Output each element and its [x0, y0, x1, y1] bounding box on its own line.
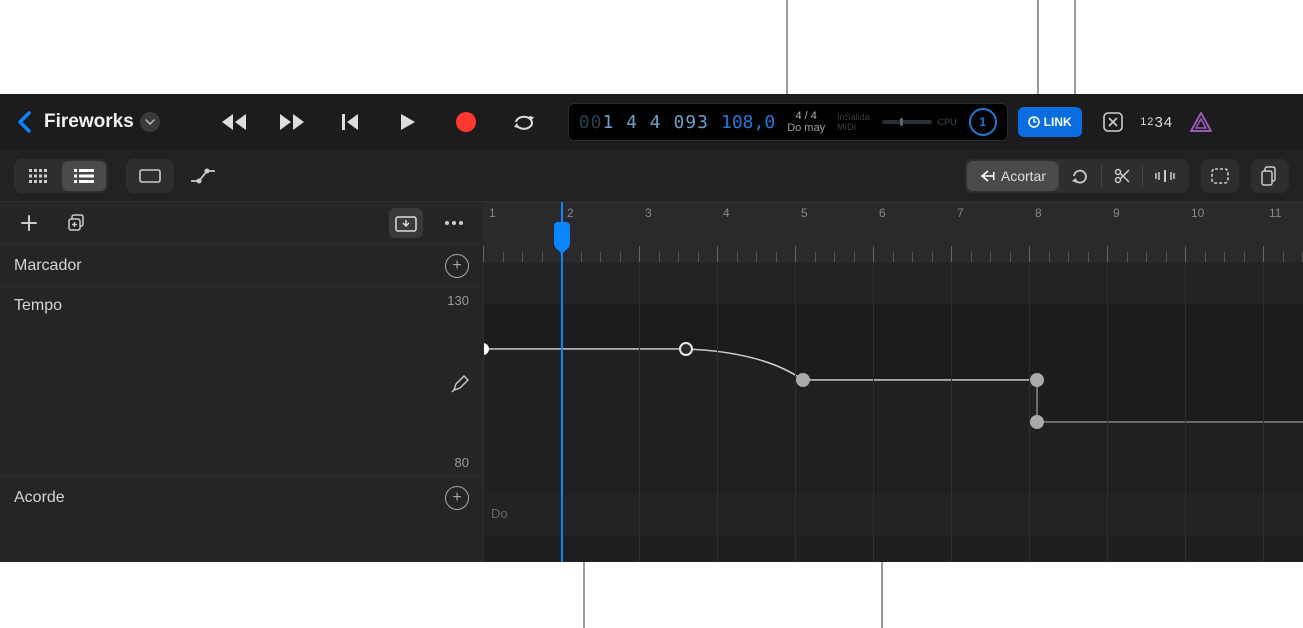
- lcd-position[interactable]: 001 4 4 093: [579, 112, 709, 133]
- scissors-tool-button[interactable]: [1102, 161, 1142, 191]
- region-button[interactable]: [128, 161, 172, 191]
- lcd-count[interactable]: 1: [969, 108, 997, 136]
- chord-root-label: Do: [491, 506, 508, 521]
- tempo-row-header[interactable]: Tempo 130 80: [0, 286, 483, 476]
- lcd-display[interactable]: 001 4 4 093 108,0 4 / 4 Do may InSalida …: [568, 103, 1008, 141]
- tempo-label: Tempo: [14, 297, 62, 315]
- pencil-icon[interactable]: [451, 375, 469, 398]
- go-to-start-button[interactable]: [336, 108, 364, 136]
- lcd-io: InSalida MIDI: [837, 112, 870, 132]
- timeline-area[interactable]: 1 2 3 4 5 6 7 8 9 10 11 Do: [483, 202, 1303, 562]
- track-header-column: Marcador + Tempo 130 80 Acorde +: [0, 202, 483, 562]
- more-button[interactable]: [437, 208, 471, 238]
- bar-number: 8: [1035, 206, 1042, 220]
- chord-lane[interactable]: Do: [483, 494, 1303, 536]
- split-tool-button[interactable]: [1143, 161, 1187, 191]
- add-marker-button[interactable]: +: [445, 254, 469, 278]
- project-title: Fireworks: [44, 111, 134, 133]
- loop-tool-button[interactable]: [1059, 161, 1101, 191]
- duplicate-track-button[interactable]: [60, 208, 94, 238]
- fast-forward-button[interactable]: [278, 108, 306, 136]
- marquee-tool-button[interactable]: [1201, 159, 1239, 193]
- bar-number: 5: [801, 206, 808, 220]
- add-chord-button[interactable]: +: [445, 486, 469, 510]
- playhead[interactable]: [561, 202, 563, 562]
- transport-controls: [220, 108, 538, 136]
- view-segment: [14, 159, 108, 193]
- top-bar: Fireworks: [0, 94, 1303, 150]
- lcd-time-signature[interactable]: 4 / 4 Do may: [787, 110, 825, 134]
- bar-number: 9: [1113, 206, 1120, 220]
- record-button[interactable]: [452, 108, 480, 136]
- trim-tool-button[interactable]: Acortar: [967, 161, 1058, 191]
- cycle-button[interactable]: [510, 108, 538, 136]
- edit-tool-segment: Acortar: [965, 159, 1189, 193]
- bar-number: 3: [645, 206, 652, 220]
- track-header-toolbar: [0, 202, 483, 244]
- chord-row-header[interactable]: Acorde +: [0, 476, 483, 518]
- automation-curve-button[interactable]: [186, 161, 220, 191]
- secondary-toolbar: Acortar: [0, 150, 1303, 202]
- marker-lane[interactable]: [483, 262, 1303, 304]
- bar-number: 6: [879, 206, 886, 220]
- import-button[interactable]: [389, 208, 423, 238]
- marker-row-header[interactable]: Marcador +: [0, 244, 483, 286]
- tempo-curve[interactable]: [483, 304, 1303, 494]
- bar-number: 1: [489, 206, 496, 220]
- grid-view-button[interactable]: [16, 161, 60, 191]
- bar-number: 4: [723, 206, 730, 220]
- play-button[interactable]: [394, 108, 422, 136]
- marker-label: Marcador: [14, 257, 82, 275]
- rewind-button[interactable]: [220, 108, 248, 136]
- tempo-max-label: 130: [447, 293, 469, 308]
- list-view-button[interactable]: [62, 161, 106, 191]
- bar-number: 7: [957, 206, 964, 220]
- content-area: Marcador + Tempo 130 80 Acorde +: [0, 202, 1303, 562]
- back-button[interactable]: [12, 110, 36, 134]
- master-mute-icon[interactable]: [1100, 109, 1126, 135]
- project-menu-button[interactable]: [140, 112, 160, 132]
- lcd-cpu: CPU: [882, 117, 957, 127]
- lcd-tempo[interactable]: 108,0: [721, 112, 775, 133]
- top-right-icons: 1234: [1100, 109, 1214, 135]
- ruler[interactable]: 1 2 3 4 5 6 7 8 9 10 11: [483, 202, 1303, 262]
- link-button[interactable]: LINK: [1018, 107, 1082, 137]
- region-segment: [126, 159, 174, 193]
- add-track-button[interactable]: [12, 208, 46, 238]
- copy-tool-button[interactable]: [1251, 159, 1289, 193]
- count-in-button[interactable]: 1234: [1144, 109, 1170, 135]
- chord-label: Acorde: [14, 489, 65, 507]
- tempo-min-label: 80: [455, 455, 469, 470]
- bar-number: 10: [1191, 206, 1204, 220]
- bar-number: 2: [567, 206, 574, 220]
- bar-number: 11: [1269, 206, 1281, 220]
- tuner-icon[interactable]: [1188, 109, 1214, 135]
